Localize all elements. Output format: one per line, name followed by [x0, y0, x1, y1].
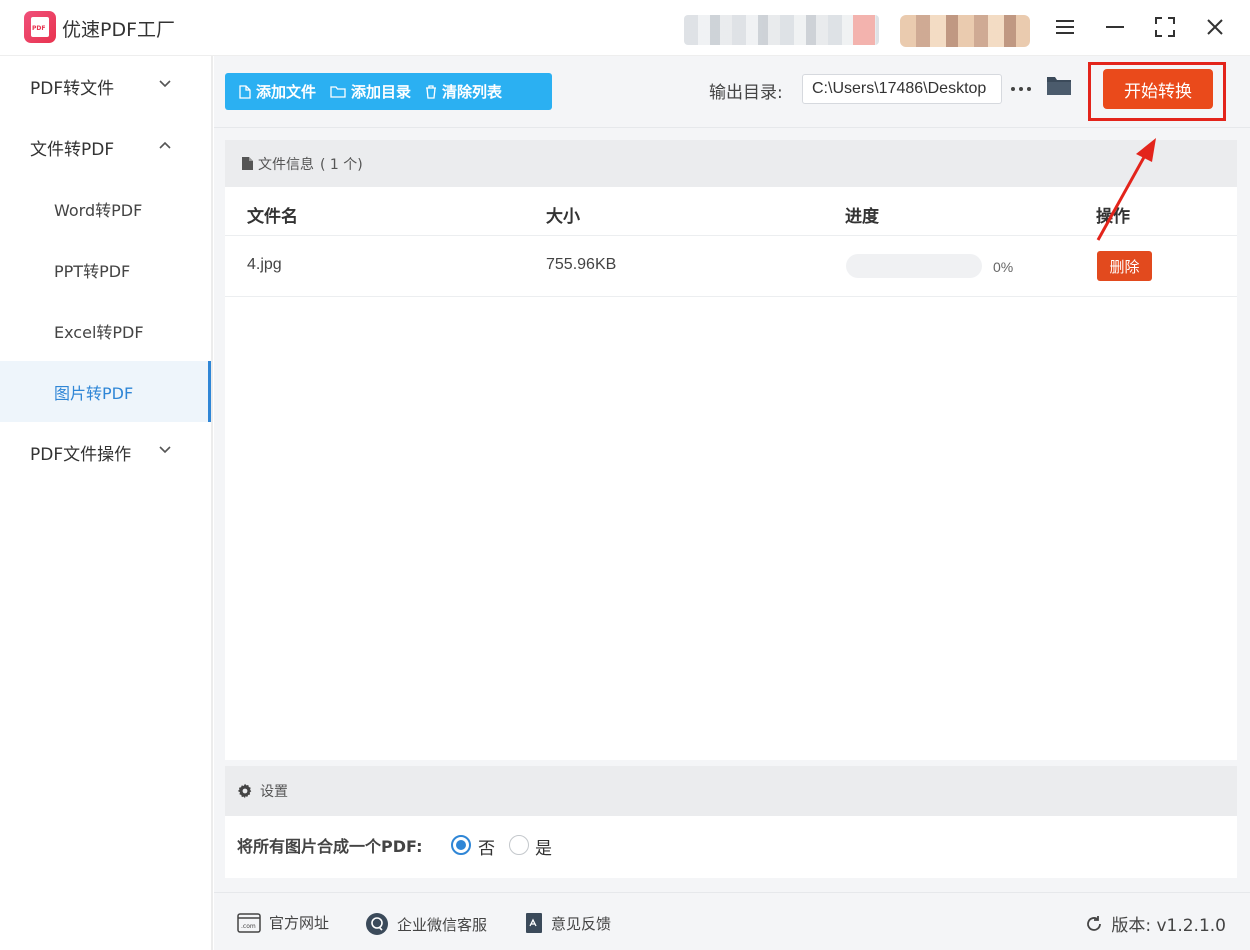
file-count: ( 1 个)	[320, 156, 363, 173]
feedback-link[interactable]: 意见反馈	[525, 912, 611, 934]
divider	[214, 127, 1250, 128]
blurred-avatar	[900, 15, 1030, 47]
wechat-support-label: 企业微信客服	[397, 915, 488, 934]
website-icon: .com	[237, 912, 261, 933]
svg-text:.com: .com	[241, 923, 256, 930]
file-size: 755.96KB	[546, 256, 617, 273]
chevron-down-icon	[159, 446, 171, 454]
merge-option-label: 将所有图片合成一个PDF:	[237, 837, 423, 856]
file-toolbar: 添加文件 添加目录 清除列表	[225, 73, 552, 110]
file-name: 4.jpg	[247, 256, 282, 273]
sidebar-item-pdf-operations[interactable]: PDF文件操作	[0, 422, 211, 483]
sidebar: PDF转文件 文件转PDF Word转PDF PPT转PDF Excel转PDF…	[0, 56, 213, 950]
sidebar-item-image-to-pdf[interactable]: 图片转PDF	[0, 361, 211, 422]
delete-button[interactable]: 删除	[1097, 251, 1152, 281]
app-logo-text: PDF	[32, 25, 46, 32]
progress-bar	[846, 254, 982, 278]
chevron-up-icon	[159, 141, 171, 149]
annotation-arrow-icon	[1096, 138, 1156, 241]
title-bar: PDF 优速PDF工厂	[0, 0, 1250, 56]
version-info[interactable]: 版本: v1.2.1.0	[1085, 911, 1226, 936]
sidebar-item-label: Word转PDF	[54, 200, 143, 220]
sidebar-item-word-to-pdf[interactable]: Word转PDF	[0, 178, 211, 239]
chat-icon	[366, 913, 388, 935]
trash-icon	[426, 84, 437, 99]
add-file-button[interactable]: 添加文件	[239, 81, 316, 102]
feedback-label: 意见反馈	[551, 914, 612, 933]
file-panel: 文件信息 ( 1 个) 文件名 大小 进度 操作 4.jpg 755.96KB …	[225, 140, 1237, 760]
menu-icon[interactable]	[1050, 12, 1080, 42]
maximize-icon[interactable]	[1150, 12, 1180, 42]
start-convert-button[interactable]: 开始转换	[1103, 69, 1213, 109]
column-header-size: 大小	[546, 207, 580, 227]
add-file-label: 添加文件	[256, 83, 317, 101]
column-header-name: 文件名	[247, 207, 298, 227]
radio-no[interactable]	[451, 835, 471, 855]
settings-panel: 设置 将所有图片合成一个PDF: 否 是	[225, 766, 1237, 878]
version-label: 版本: v1.2.1.0	[1111, 916, 1226, 936]
settings-title: 设置	[260, 784, 288, 800]
file-panel-title: 文件信息	[258, 156, 314, 173]
sidebar-item-label: 文件转PDF	[30, 140, 115, 160]
radio-yes-label: 是	[535, 839, 552, 859]
footer-divider	[214, 892, 1250, 893]
table-row: 4.jpg 755.96KB 0% 删除	[225, 236, 1237, 297]
official-site-link[interactable]: .com 官方网址	[237, 912, 329, 933]
sidebar-item-label: PDF转文件	[30, 79, 115, 99]
feedback-icon	[526, 913, 542, 933]
sidebar-item-pdf-to-file[interactable]: PDF转文件	[0, 56, 211, 117]
sidebar-item-label: PPT转PDF	[54, 261, 131, 281]
clear-list-label: 清除列表	[442, 83, 503, 101]
table-header: 文件名 大小 进度 操作	[225, 187, 1237, 236]
file-panel-header: 文件信息 ( 1 个)	[225, 140, 1237, 187]
sidebar-item-label: PDF文件操作	[30, 445, 132, 465]
sidebar-item-file-to-pdf[interactable]: 文件转PDF	[0, 117, 211, 178]
app-title: 优速PDF工厂	[62, 19, 176, 41]
column-header-progress: 进度	[845, 207, 879, 227]
file-icon	[239, 84, 251, 99]
official-site-label: 官方网址	[269, 914, 330, 932]
clear-list-button[interactable]: 清除列表	[425, 81, 502, 102]
document-icon	[242, 157, 253, 170]
app-logo: PDF	[24, 11, 56, 43]
blurred-user-info	[684, 15, 879, 45]
folder-outline-icon	[330, 86, 346, 98]
close-icon[interactable]	[1200, 12, 1230, 42]
radio-no-label: 否	[478, 839, 495, 859]
sidebar-item-label: Excel转PDF	[54, 322, 144, 342]
more-options-icon[interactable]	[1009, 74, 1033, 104]
sidebar-item-excel-to-pdf[interactable]: Excel转PDF	[0, 300, 211, 361]
open-folder-icon[interactable]	[1046, 74, 1074, 102]
minimize-icon[interactable]	[1100, 12, 1130, 42]
gear-icon	[237, 783, 252, 799]
add-folder-label: 添加目录	[351, 83, 412, 101]
settings-header: 设置	[225, 766, 1237, 816]
sidebar-item-ppt-to-pdf[interactable]: PPT转PDF	[0, 239, 211, 300]
output-dir-field[interactable]: C:\Users\17486\Desktop	[802, 74, 1002, 104]
output-dir-label: 输出目录:	[709, 83, 783, 103]
chevron-down-icon	[159, 80, 171, 88]
refresh-icon	[1087, 915, 1102, 931]
add-folder-button[interactable]: 添加目录	[330, 81, 411, 102]
wechat-support-link[interactable]: 企业微信客服	[365, 912, 487, 936]
sidebar-item-label: 图片转PDF	[54, 383, 134, 403]
radio-yes[interactable]	[509, 835, 529, 855]
progress-text: 0%	[993, 259, 1014, 275]
